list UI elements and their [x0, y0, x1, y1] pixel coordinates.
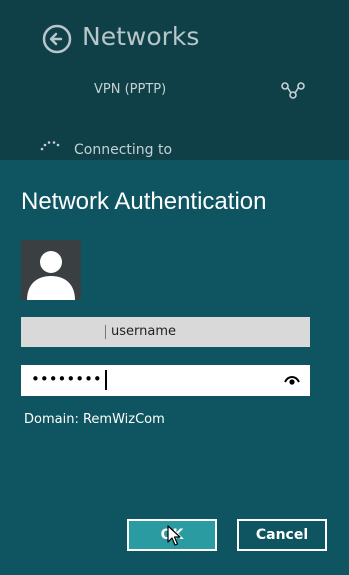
- vpn-link-icon: [281, 82, 305, 99]
- domain-label: Domain: RemWizCom: [24, 412, 165, 427]
- password-caret: [105, 370, 107, 390]
- back-arrow-circle-icon[interactable]: [42, 24, 72, 54]
- connection-status: Connecting to: [74, 142, 233, 158]
- username-input[interactable]: username: [21, 317, 310, 347]
- username-caret: [105, 325, 106, 339]
- password-input[interactable]: ••••••••: [21, 365, 310, 396]
- mouse-pointer-icon: [167, 525, 181, 546]
- password-masked-value: ••••••••: [31, 370, 102, 388]
- redacted-network-name: [176, 143, 233, 157]
- username-placeholder: username: [111, 324, 176, 339]
- connection-status-label: Connecting to: [74, 142, 173, 158]
- network-authentication-dialog: Network Authentication username ••••••••…: [0, 160, 349, 575]
- dialog-title: Network Authentication: [21, 188, 267, 215]
- page-title: Networks: [82, 22, 200, 51]
- networks-panel: Networks VPN (PPTP) Connecting to: [0, 0, 349, 160]
- cancel-button[interactable]: Cancel: [237, 519, 327, 551]
- avatar: [21, 240, 81, 300]
- user-avatar-icon: [27, 251, 75, 300]
- vpn-connection-name[interactable]: VPN (PPTP): [94, 82, 166, 97]
- progress-spinner-icon: [40, 141, 60, 151]
- eye-icon[interactable]: [284, 375, 300, 386]
